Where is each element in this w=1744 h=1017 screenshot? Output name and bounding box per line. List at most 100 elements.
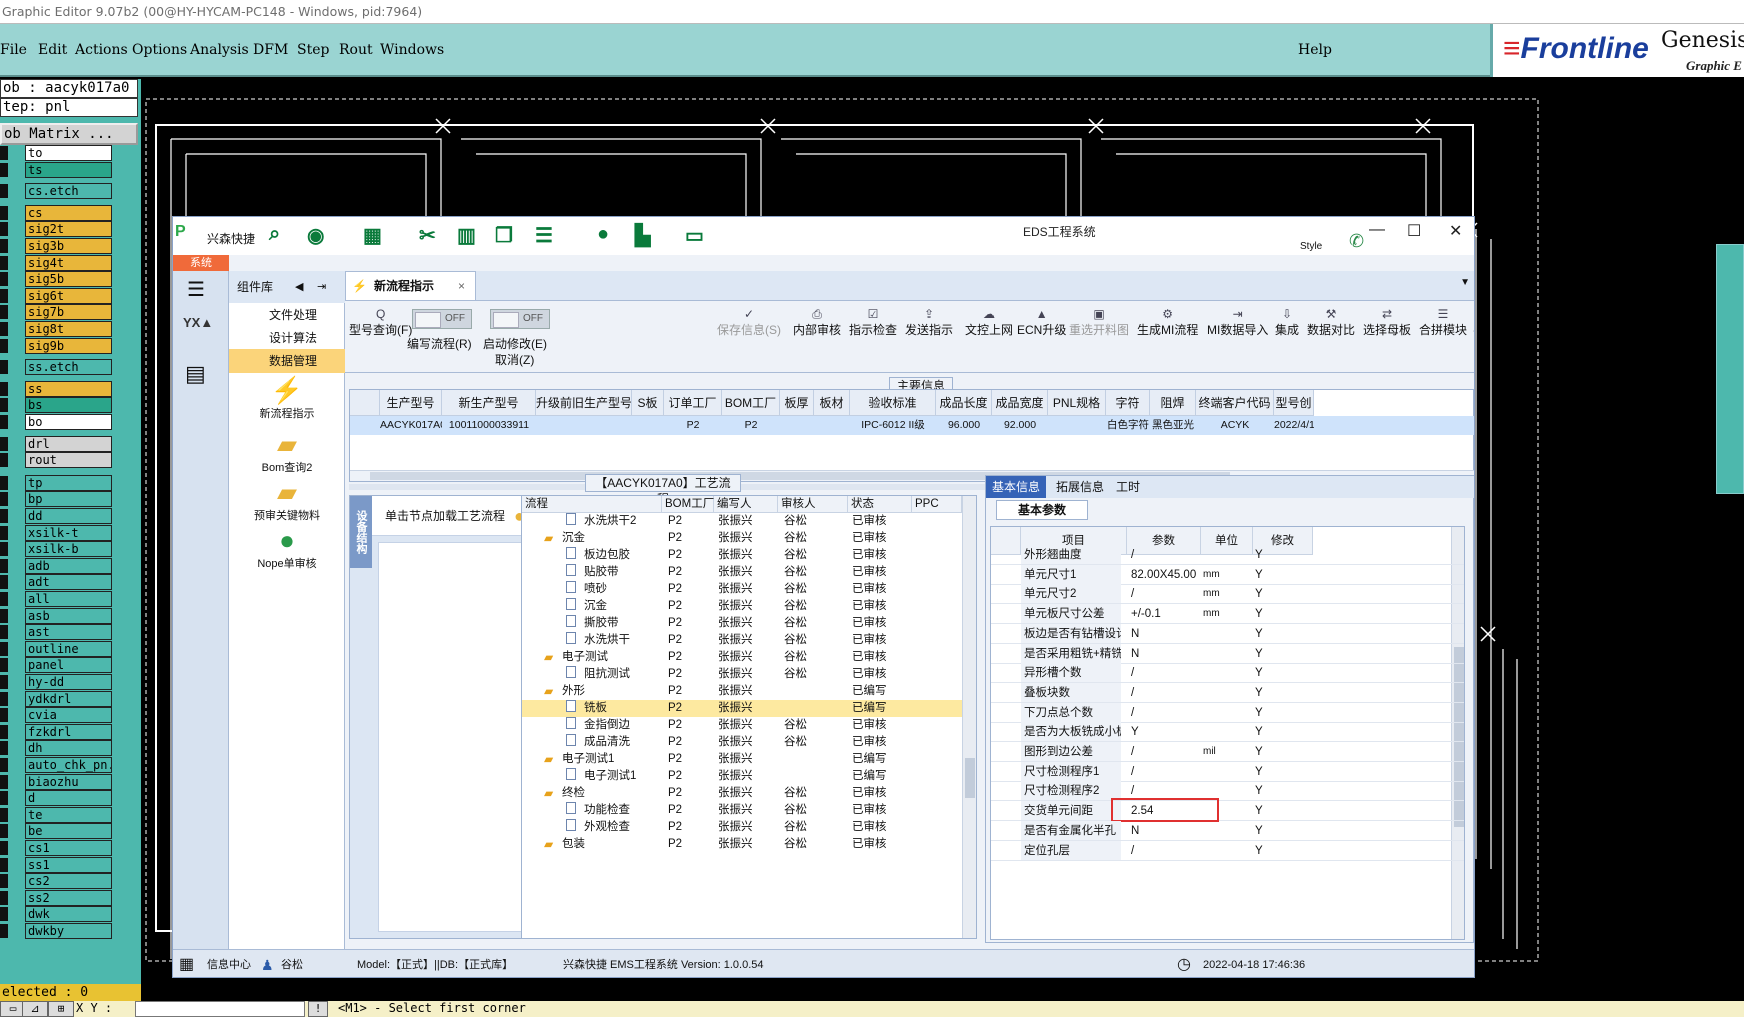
layer-checkbox[interactable] (0, 509, 8, 523)
param-row[interactable]: 是否采用粗铣+精铣 N Y (991, 643, 1464, 664)
measure-tool-icon[interactable]: ⊿ (22, 1001, 48, 1017)
chevron-down-icon[interactable]: ▼ (1460, 277, 1470, 288)
ribbon-button-11[interactable]: ⇥ MI数据导入 (1207, 307, 1268, 338)
tree-row[interactable]: 阻抗测试 P2 张振兴 谷松 已审核 (522, 666, 962, 683)
layer-checkbox[interactable] (0, 807, 8, 822)
param-cell-v[interactable]: / (1131, 683, 1201, 703)
tree-column-header[interactable]: 状态 (848, 496, 912, 513)
lib-item-file[interactable]: 文件处理 (229, 303, 345, 327)
layer-row[interactable]: cs1 (0, 840, 112, 856)
grid-cell[interactable]: 2022/4/1 (1274, 416, 1314, 435)
param-cell-v[interactable]: +/-0.1 (1131, 604, 1201, 624)
pin-icon[interactable]: ⇥ (317, 271, 326, 303)
list-icon[interactable]: ☰ (535, 223, 553, 248)
layer-row[interactable]: dd (0, 508, 112, 524)
tree-row[interactable]: 水洗烘干2 P2 张振兴 谷松 已审核 (522, 513, 962, 530)
layer-row[interactable]: bo (0, 414, 112, 430)
grid-cell[interactable]: 黑色亚光 (1150, 416, 1196, 435)
column-header[interactable]: 字符 (1106, 390, 1150, 416)
column-header[interactable]: BOM工厂 (722, 390, 780, 416)
column-header[interactable]: 阻焊 (1150, 390, 1196, 416)
tree-scrollbar[interactable] (962, 496, 976, 938)
layer-row[interactable]: adb (0, 557, 112, 574)
grid-cell[interactable]: 96.000 (936, 416, 992, 435)
layer-checkbox[interactable] (0, 184, 8, 199)
layer-name[interactable]: biaozhu (25, 773, 112, 790)
layer-checkbox[interactable] (0, 658, 8, 673)
layer-name[interactable]: sig7b (25, 304, 112, 321)
menu-options[interactable]: Options (132, 42, 187, 58)
layer-row[interactable]: dwk (0, 906, 112, 923)
layer-name[interactable]: ss1 (25, 856, 112, 873)
column-header[interactable]: 成品长度 (936, 390, 992, 416)
layer-row[interactable]: cs.etch (0, 183, 112, 200)
tree-row[interactable]: ▰ 外形 P2 张振兴 已编写 (522, 683, 962, 700)
layer-name[interactable]: dd (25, 508, 112, 524)
layer-name[interactable]: auto_chk_pn. (25, 757, 112, 773)
alert-icon[interactable]: ! (308, 1001, 328, 1017)
tree-row[interactable]: 沉金 P2 张振兴 谷松 已审核 (522, 598, 962, 615)
layer-checkbox[interactable] (0, 381, 8, 396)
layer-name[interactable]: cs.etch (25, 183, 112, 200)
param-cell-v[interactable]: Y (1131, 722, 1201, 742)
ribbon-button-6[interactable]: ⇪ 发送指示 (905, 307, 953, 338)
param-row[interactable]: 尺寸检测程序2/Y (991, 781, 1464, 802)
layer-name[interactable]: be (25, 823, 112, 840)
layer-name[interactable]: sig2t (25, 221, 112, 238)
layer-row[interactable]: cs2 (0, 873, 112, 890)
lib-item-data[interactable]: 数据管理 (229, 349, 345, 373)
layer-row[interactable]: bs (0, 397, 112, 414)
table-icon[interactable]: ▦ (363, 223, 382, 248)
layer-row[interactable]: d (0, 790, 112, 807)
layer-checkbox[interactable] (0, 625, 8, 640)
hamburger-icon[interactable]: ☰ (187, 277, 205, 302)
layer-checkbox[interactable] (0, 758, 8, 772)
tab-work-hours[interactable]: 工时 (1110, 476, 1146, 498)
layer-checkbox[interactable] (0, 222, 8, 237)
tree-column-header[interactable]: 流程 (522, 496, 662, 513)
grid-cell[interactable]: 92.000 (992, 416, 1048, 435)
param-row[interactable]: 图形到边公差 / mil Y (991, 742, 1464, 762)
layer-name[interactable]: ydkdrl (25, 690, 112, 707)
layer-name[interactable]: sig4t (25, 254, 112, 271)
info-center[interactable]: 信息中心 (207, 950, 251, 977)
layer-checkbox[interactable] (0, 205, 8, 220)
ribbon-button-7[interactable]: ☁ 文控上网 (965, 307, 1013, 338)
layer-name[interactable]: sig5b (25, 271, 112, 288)
yx-app-icon[interactable]: YX▲ (183, 315, 213, 330)
layer-name[interactable]: all (25, 591, 112, 607)
column-header[interactable]: 新生产型号 (442, 390, 536, 416)
layer-name[interactable]: sig6t (25, 287, 112, 304)
param-row[interactable]: 单元板尺寸公差 +/-0.1 mm Y (991, 604, 1464, 625)
layer-name[interactable]: dh (25, 740, 112, 757)
layer-name[interactable]: adb (25, 557, 112, 574)
start-modify-toggle[interactable]: OFF (490, 309, 550, 329)
layer-name[interactable]: cs (25, 204, 112, 221)
layer-checkbox[interactable] (0, 322, 8, 336)
layer-name[interactable]: to (25, 145, 112, 161)
layer-checkbox[interactable] (0, 338, 8, 353)
grid-cell[interactable] (1048, 416, 1106, 435)
layer-name[interactable]: ast (25, 624, 112, 641)
tree-row[interactable]: 成品清洗 P2 张振兴 谷松 已审核 (522, 734, 962, 751)
menu-edit[interactable]: Edit (38, 42, 67, 58)
layer-name[interactable]: sig9b (25, 337, 112, 354)
scrollbar-thumb[interactable] (965, 758, 975, 798)
layer-checkbox[interactable] (0, 575, 8, 590)
layer-name[interactable]: cs1 (25, 840, 112, 856)
tree-row[interactable]: 铣板 P2 张振兴 已编写 (522, 700, 962, 717)
tree-row[interactable]: 撕胶带 P2 张振兴 谷松 已审核 (522, 615, 962, 632)
tree-row[interactable]: 电子测试1 P2 张振兴 已编写 (522, 768, 962, 785)
layer-row[interactable]: xsilk-t (0, 524, 112, 541)
tree-column-header[interactable]: PPC (912, 496, 962, 513)
style-dropdown[interactable]: Style (1300, 241, 1322, 252)
phone-icon[interactable]: ✆ (1349, 231, 1364, 252)
grid-cell[interactable] (780, 416, 814, 435)
layer-name[interactable]: cs2 (25, 873, 112, 890)
layer-name[interactable]: bo (25, 414, 112, 430)
param-row[interactable]: 交货单元间距 2.54 Y (991, 801, 1464, 822)
tab-extended-info[interactable]: 拓展信息 (1050, 476, 1110, 498)
param-row[interactable]: 下刀点总个数 / Y (991, 702, 1464, 723)
user-icon[interactable]: ● (597, 223, 609, 246)
ribbon-button-3[interactable]: ✓ 保存信息(S) (717, 307, 781, 338)
